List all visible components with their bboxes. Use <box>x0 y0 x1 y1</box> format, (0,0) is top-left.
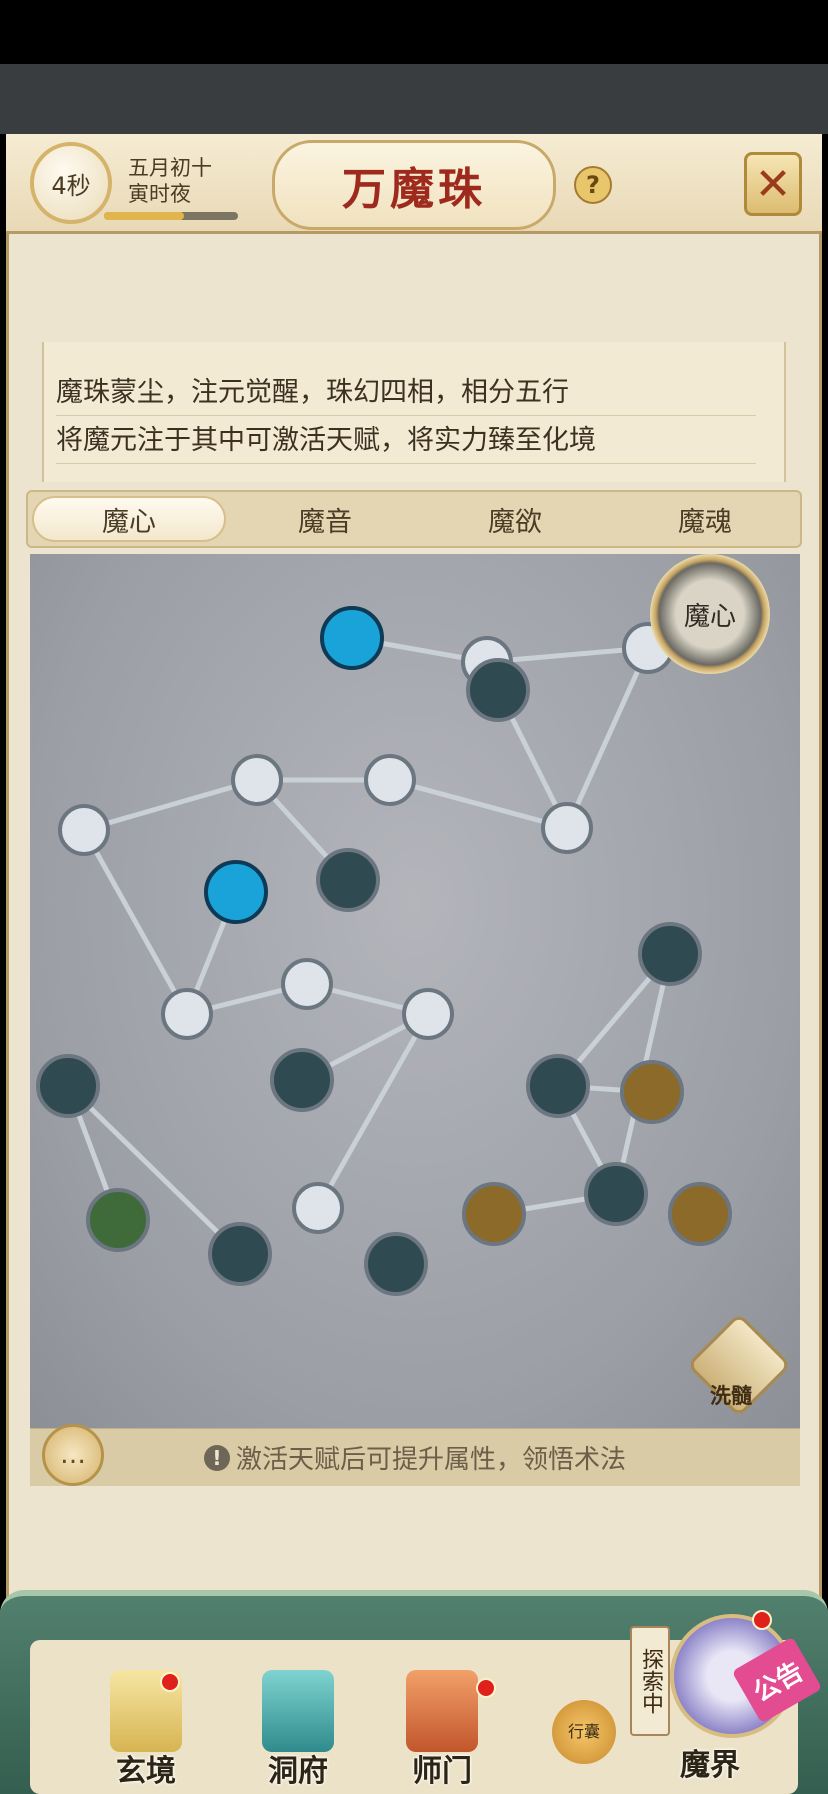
title-plate: 万魔珠 <box>272 140 556 230</box>
rock-icon[interactable] <box>620 1060 684 1124</box>
refine-label: 洗髓 <box>710 1383 752 1408</box>
description-line-1: 魔珠蒙尘，注元觉醒，珠幻四相，相分五行 <box>56 370 756 416</box>
nav-xuanjing[interactable]: 玄境 <box>96 1670 196 1790</box>
notification-dot <box>476 1678 496 1698</box>
wing-icon[interactable] <box>231 754 283 806</box>
nav-dongfu[interactable]: 洞府 <box>248 1670 348 1790</box>
nav-xingnang[interactable]: 行囊 <box>534 1670 634 1790</box>
timer-badge: 4秒 <box>30 142 112 224</box>
shield-icon[interactable] <box>161 988 213 1040</box>
shield-icon[interactable] <box>526 1054 590 1118</box>
rock-icon[interactable] <box>668 1182 732 1246</box>
talent-link <box>83 777 258 833</box>
flame-icon[interactable] <box>462 1182 526 1246</box>
chat-icon: … <box>60 1440 86 1470</box>
chat-button[interactable]: … <box>42 1424 104 1486</box>
nav-label-xingnang: 行囊 <box>567 1722 600 1741</box>
tab-mo-yin[interactable]: 魔音 <box>230 492 420 546</box>
nav-label-xuanjing: 玄境 <box>116 1754 176 1789</box>
slash-icon[interactable] <box>270 1048 334 1112</box>
talent-link <box>389 777 568 831</box>
notification-dot <box>752 1610 772 1630</box>
exclamation-icon: ! <box>203 1444 230 1471</box>
trident-icon[interactable] <box>320 606 384 670</box>
nav-label-shimen: 师门 <box>412 1754 472 1789</box>
body-icon[interactable] <box>36 1054 100 1118</box>
blade-icon[interactable] <box>466 658 530 722</box>
eye-icon[interactable] <box>638 922 702 986</box>
nav-label-dongfu: 洞府 <box>268 1754 328 1789</box>
tab-mo-xin[interactable]: 魔心 <box>32 496 226 542</box>
fist-icon[interactable] <box>292 1182 344 1234</box>
sword-icon[interactable] <box>584 1162 648 1226</box>
tab-mo-hun[interactable]: 魔魂 <box>610 492 800 546</box>
fist-icon[interactable] <box>364 1232 428 1296</box>
notification-dot <box>160 1672 180 1692</box>
nav-label-mojie: 魔界 <box>680 1748 740 1783</box>
description-box: 魔珠蒙尘，注元觉醒，珠幻四相，相分五行 将魔元注于其中可激活天赋，将实力臻至化境 <box>42 342 786 482</box>
explore-status: 探索中 <box>630 1626 670 1736</box>
page-title: 万魔珠 <box>342 164 486 215</box>
eye-icon[interactable] <box>58 804 110 856</box>
description-line-2: 将魔元注于其中可激活天赋，将实力臻至化境 <box>56 418 756 464</box>
body-icon[interactable] <box>402 988 454 1040</box>
close-button[interactable]: ✕ <box>744 152 802 216</box>
game-time-of-day: 寅时夜 <box>128 182 191 206</box>
burst-icon[interactable] <box>204 860 268 924</box>
help-button[interactable]: ? <box>574 166 612 204</box>
tab-mo-yu[interactable]: 魔欲 <box>420 492 610 546</box>
time-progress-fill <box>104 212 185 220</box>
muscle-icon[interactable] <box>541 802 593 854</box>
talent-core-button[interactable]: 魔心 <box>650 554 770 674</box>
wave-icon[interactable] <box>364 754 416 806</box>
talent-map <box>30 554 800 1428</box>
fist-icon[interactable] <box>208 1222 272 1286</box>
talent-tabs: 魔心 魔音 魔欲 魔魂 <box>26 490 802 548</box>
hint-text: 激活天赋后可提升属性，领悟术法 <box>235 1445 626 1475</box>
sword-icon[interactable] <box>281 958 333 1010</box>
status-bar <box>0 0 828 64</box>
heart-icon[interactable] <box>86 1188 150 1252</box>
pavilion-icon <box>262 1670 334 1752</box>
talent-map-graph <box>36 606 732 1296</box>
hint-bar: ! 激活天赋后可提升属性，领悟术法 <box>30 1428 800 1486</box>
anchor-icon[interactable] <box>316 848 380 912</box>
background-strip <box>0 64 828 134</box>
time-progress-bar <box>104 212 238 220</box>
talent-link <box>81 828 190 1016</box>
talent-link <box>564 646 651 830</box>
banner-icon <box>406 1670 478 1752</box>
